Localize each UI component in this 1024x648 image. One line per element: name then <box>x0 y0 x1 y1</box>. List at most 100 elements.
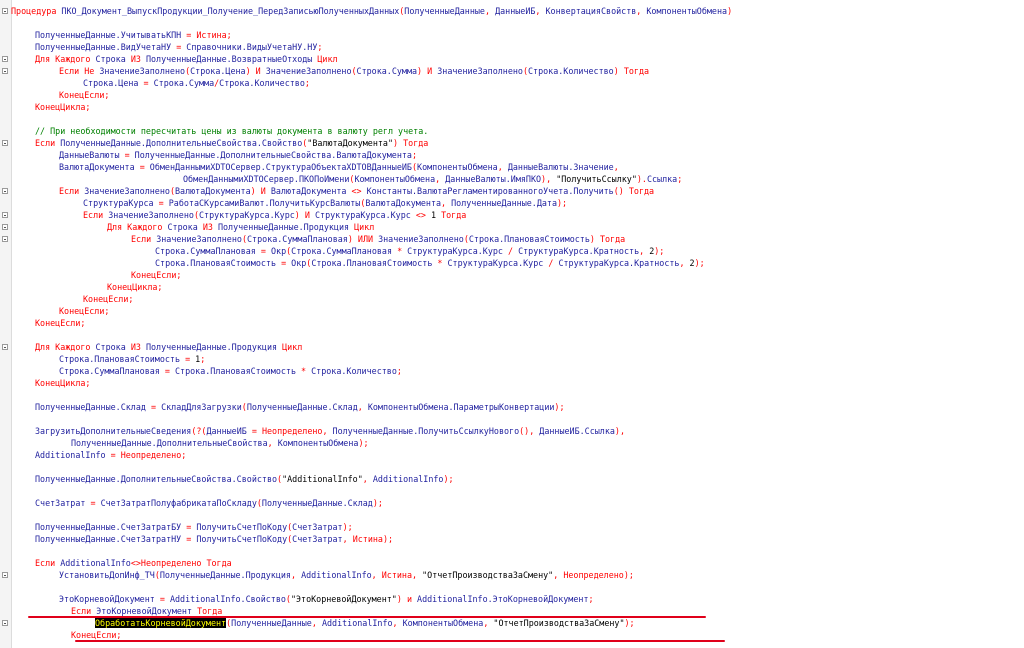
code-line[interactable]: Если ЗначениеЗаполнено(СтруктураКурса.Ку… <box>83 209 466 221</box>
code-token: ; <box>181 450 187 460</box>
fold-toggle-icon[interactable] <box>2 212 8 218</box>
code-token: ПолученныеДанные.СчетЗатратБУ <box>35 522 187 532</box>
code-token: РаботаСКурсамиВалют.ПолучитьКурсВалюты <box>168 198 361 208</box>
code-line[interactable]: Строка.ПлановаяСтоимость = Окр(Строка.Пл… <box>155 257 705 269</box>
fold-toggle-icon[interactable] <box>2 620 8 626</box>
code-token: Неопределено <box>120 450 182 460</box>
code-line[interactable]: Если ПолученныеДанные.ДополнительныеСвой… <box>35 137 428 149</box>
fold-toggle-icon[interactable] <box>2 68 8 74</box>
code-line[interactable]: // При необходимости пересчитать цены из… <box>35 125 428 137</box>
code-editor[interactable]: Процедура ПКО_Документ_ВыпускПродукции_П… <box>0 0 1024 648</box>
code-line[interactable]: ПолученныеДанные.ДополнительныеСвойства.… <box>35 473 454 485</box>
code-token: Тогда <box>623 66 650 76</box>
code-token: ПолученныеДанные.Продукция <box>217 222 355 232</box>
fold-toggle-icon[interactable] <box>2 56 8 62</box>
code-line[interactable]: Для Каждого Строка ИЗ ПолученныеДанные.П… <box>107 221 374 233</box>
code-line[interactable]: Если ЗначениеЗаполнено(ВалютаДокумента) … <box>59 185 654 197</box>
code-line[interactable]: КонецЕсли; <box>35 317 85 329</box>
code-token: ЗначениеЗаполнено <box>437 66 523 76</box>
code-line[interactable]: ПолученныеДанные.Склад = СкладДляЗагрузк… <box>35 401 565 413</box>
fold-toggle-icon[interactable] <box>2 188 8 194</box>
fold-toggle-icon[interactable] <box>2 572 8 578</box>
code-token: 1 <box>430 210 442 220</box>
code-line[interactable]: ПолученныеДанные.СчетЗатратНУ = Получить… <box>35 533 393 545</box>
code-token: / <box>548 258 559 268</box>
code-line[interactable]: КонецЕсли; <box>59 89 109 101</box>
code-token: Строка.Цена <box>190 66 246 76</box>
code-token: , <box>484 6 496 16</box>
code-line[interactable]: Строка.ПлановаяСтоимость = 1; <box>59 353 205 365</box>
code-token: ) <box>347 234 358 244</box>
code-token: AdditionalInfo <box>60 558 131 568</box>
fold-toggle-icon[interactable] <box>2 140 8 146</box>
code-line[interactable]: Для Каждого Строка ИЗ ПолученныеДанные.В… <box>35 53 338 65</box>
code-token: , <box>342 534 353 544</box>
code-token: = <box>158 198 169 208</box>
code-token: , <box>483 618 494 628</box>
code-token: ); <box>624 618 635 628</box>
code-token: ), <box>614 426 626 436</box>
code-token: Строка.СуммаПлановая <box>246 234 348 244</box>
code-token: Строка.ПлановаяСтоимость <box>59 354 186 364</box>
code-line[interactable]: СтруктураКурса = РаботаСКурсамиВалют.Пол… <box>83 197 567 209</box>
code-line[interactable]: Строка.Цена = Строка.Сумма/Строка.Количе… <box>83 77 310 89</box>
code-line[interactable]: Строка.СуммаПлановая = Строка.ПлановаяСт… <box>59 365 402 377</box>
code-token: , <box>371 570 382 580</box>
code-token: Ссылка <box>646 174 678 184</box>
code-line[interactable]: КонецЦикла; <box>107 281 162 293</box>
code-line[interactable]: ПолученныеДанные.ВидУчетаНУ = Справочник… <box>35 41 322 53</box>
code-token: Истина <box>381 570 413 580</box>
code-line[interactable]: ОбработатьКорневойДокумент(ПолученныеДан… <box>95 617 635 629</box>
code-token: КомпонентыОбмена <box>402 618 484 628</box>
code-token: Строка.ПлановаяСтоимость <box>155 258 282 268</box>
code-line[interactable]: УстановитьДопИнф_ТЧ(ПолученныеДанные.Про… <box>59 569 634 581</box>
code-token: ; <box>226 30 232 40</box>
code-token: = <box>260 246 271 256</box>
code-token: ; <box>304 78 310 88</box>
code-token: КомпонентыОбмена <box>646 6 728 16</box>
code-line[interactable]: КонецЕсли; <box>131 269 181 281</box>
code-line[interactable]: ЭтоКорневойДокумент = AdditionalInfo.Сво… <box>59 593 594 605</box>
code-token: Строка.ПлановаяСтоимость <box>311 258 438 268</box>
fold-toggle-icon[interactable] <box>2 344 8 350</box>
code-line[interactable]: ВалютаДокумента = ОбменДаннымиXDTOСервер… <box>59 161 619 173</box>
code-token: = <box>164 366 175 376</box>
code-line[interactable]: КонецЕсли; <box>59 305 109 317</box>
code-line[interactable]: ОбменДаннымиXDTOСервер.ПКОПоИмени(Компон… <box>183 173 682 185</box>
code-token: Строка <box>95 342 131 352</box>
fold-toggle-icon[interactable] <box>2 8 8 14</box>
code-line[interactable]: Процедура ПКО_Документ_ВыпускПродукции_П… <box>11 5 732 17</box>
code-token: AdditionalInfo <box>372 474 444 484</box>
code-line[interactable]: Для Каждого Строка ИЗ ПолученныеДанные.П… <box>35 341 302 353</box>
code-line[interactable]: КонецЦикла; <box>35 101 90 113</box>
fold-toggle-icon[interactable] <box>2 224 8 230</box>
code-line[interactable]: КонецЕсли; <box>83 293 133 305</box>
code-token: Константы.ВалютаРегламентированногоУчета… <box>366 186 614 196</box>
code-token: ; <box>588 594 594 604</box>
code-token: ЗначениеЗаполнено <box>84 186 170 196</box>
code-token: ВалютаДокумента <box>59 162 140 172</box>
code-token: Строка.СуммаПлановая <box>155 246 261 256</box>
code-line[interactable]: AdditionalInfo = Неопределено; <box>35 449 186 461</box>
code-token: <> <box>351 186 367 196</box>
code-token: ЭтоКорневойДокумент <box>59 594 160 604</box>
code-line[interactable]: Если ЗначениеЗаполнено(Строка.СуммаПлано… <box>131 233 625 245</box>
code-line[interactable]: ПолученныеДанные.ДополнительныеСвойства,… <box>71 437 369 449</box>
code-line[interactable]: Строка.СуммаПлановая = Окр(Строка.СуммаП… <box>155 245 664 257</box>
code-line[interactable]: КонецЦикла; <box>35 377 90 389</box>
code-token: "ОтчетПроизводстваЗаСмену" <box>422 570 554 580</box>
code-line[interactable]: ЗагрузитьДополнительныеСведения(?(Данные… <box>35 425 625 437</box>
code-line[interactable]: ПолученныеДанные.УчитыватьКПН = Истина; <box>35 29 232 41</box>
code-line[interactable]: Если AdditionalInfo<>Неопределено Тогда <box>35 557 232 569</box>
code-token: ДанныеИБ.Ссылка <box>539 426 615 436</box>
code-token: ). <box>636 174 647 184</box>
code-token: ДанныеВалюты.ИмяПКО <box>445 174 542 184</box>
code-token: ) <box>245 66 256 76</box>
code-token: (), <box>519 426 540 436</box>
code-line[interactable]: ДанныеВалюты = ПолученныеДанные.Дополнит… <box>59 149 417 161</box>
code-line[interactable]: СчетЗатрат = СчетЗатратПолуфабрикатаПоСк… <box>35 497 383 509</box>
code-token: "ВалютаДокумента" <box>307 138 394 148</box>
code-line[interactable]: ПолученныеДанные.СчетЗатратБУ = Получить… <box>35 521 353 533</box>
fold-toggle-icon[interactable] <box>2 236 8 242</box>
code-line[interactable]: Если Не ЗначениеЗаполнено(Строка.Цена) И… <box>59 65 649 77</box>
